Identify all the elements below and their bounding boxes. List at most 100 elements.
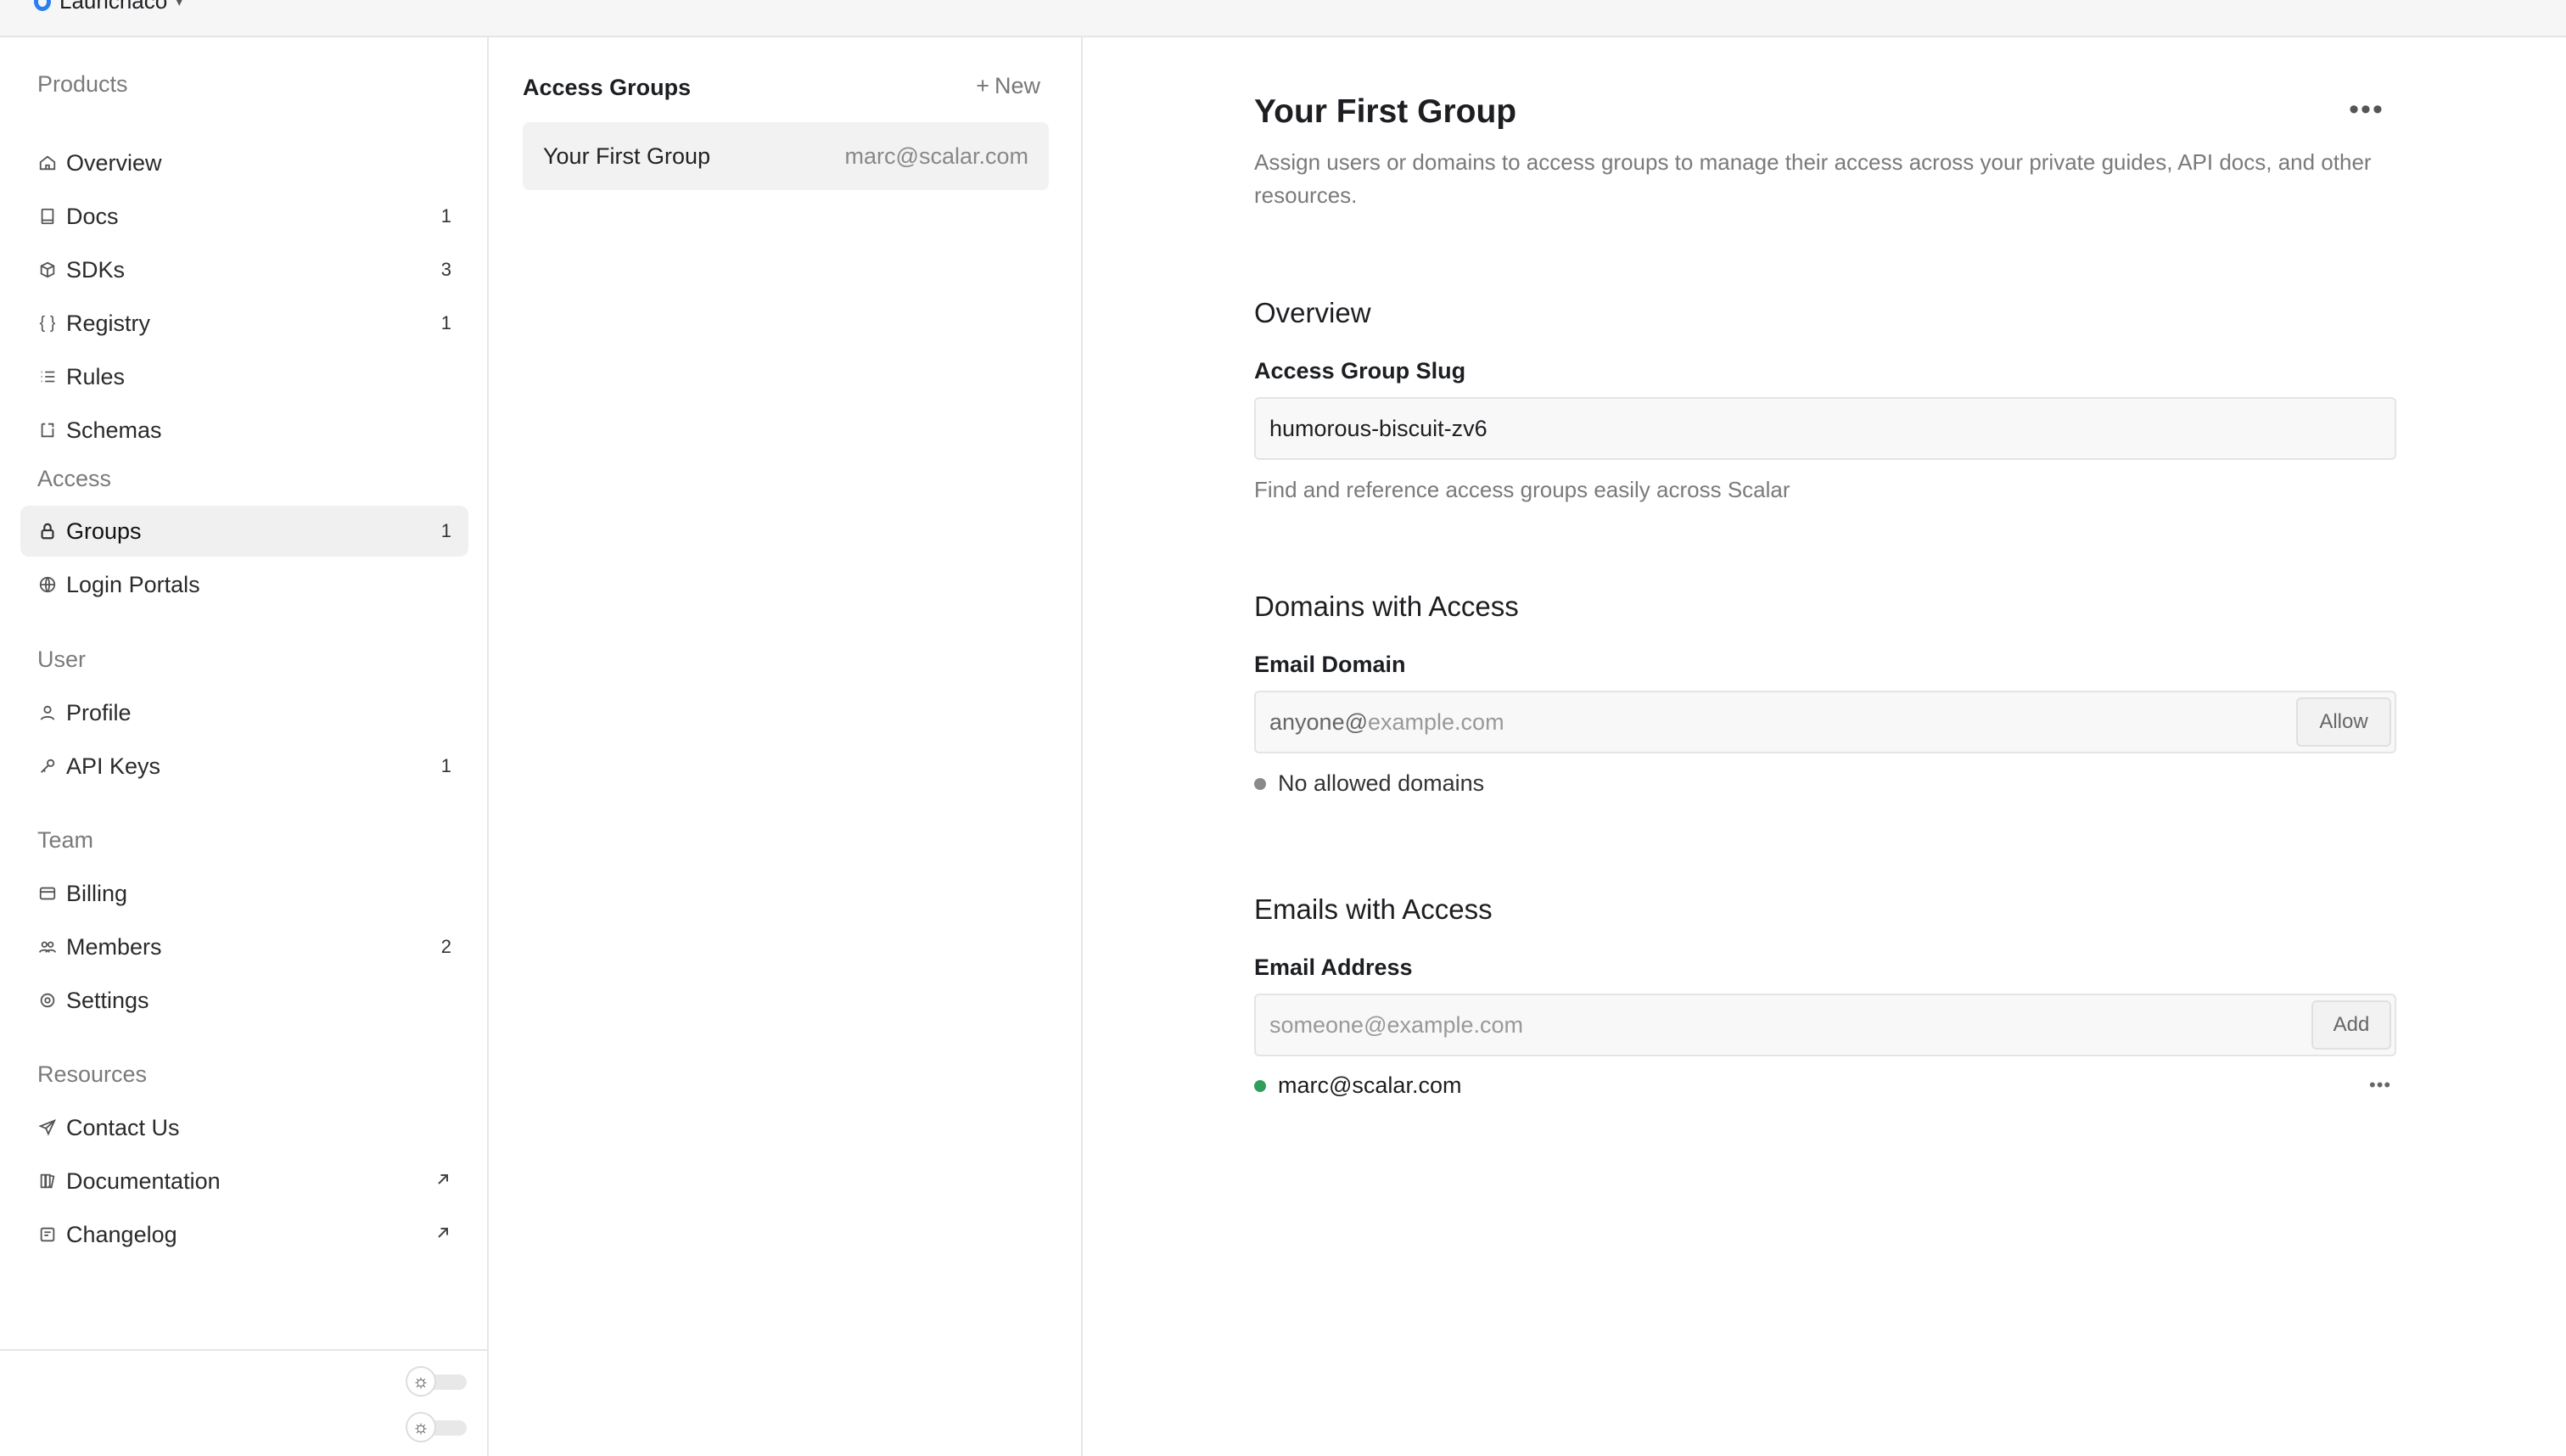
sidebar-item-overview[interactable]: Overview	[20, 137, 468, 188]
sidebar-item-sdks[interactable]: SDKs 3	[20, 244, 468, 295]
email-entry: marc@scalar.com	[1254, 1072, 1461, 1099]
email-placeholder: someone@example.com	[1269, 1011, 1524, 1038]
sidebar-item-api-keys[interactable]: API Keys 1	[20, 741, 468, 792]
group-name: Your First Group	[543, 143, 711, 169]
sidebar-item-contact-us[interactable]: Contact Us	[20, 1102, 468, 1153]
sidebar: Products Overview Docs 1 SDKs 3 { } Regi…	[0, 37, 489, 1456]
theme-toggle-secondary[interactable]: ☼	[406, 1412, 467, 1442]
sidebar-item-members[interactable]: Members 2	[20, 921, 468, 972]
external-link-icon	[434, 1171, 451, 1192]
sidebar-item-count: 1	[440, 312, 451, 333]
top-bar: Launchaco ▾	[0, 0, 2566, 37]
books-icon	[37, 1171, 58, 1191]
sidebar-item-label: Registry	[66, 310, 151, 336]
empty-text: No allowed domains	[1278, 770, 1485, 796]
sidebar-footer-divider	[0, 1349, 487, 1351]
sidebar-item-settings[interactable]: Settings	[20, 975, 468, 1026]
sidebar-item-schemas[interactable]: Schemas	[20, 405, 468, 456]
sidebar-item-documentation[interactable]: Documentation	[20, 1156, 468, 1207]
sidebar-item-login-portals[interactable]: Login Portals	[20, 559, 468, 610]
sidebar-item-count: 1	[440, 520, 451, 541]
section-title-user: User	[37, 647, 87, 672]
user-icon	[37, 703, 58, 723]
sidebar-item-label: Settings	[66, 987, 149, 1013]
slug-input[interactable]: humorous-biscuit-zv6	[1254, 397, 2396, 460]
add-email-button[interactable]: Add	[2311, 1000, 2391, 1050]
sidebar-item-rules[interactable]: Rules	[20, 351, 468, 402]
slug-value: humorous-biscuit-zv6	[1269, 415, 1487, 441]
sidebar-item-label: Billing	[66, 880, 128, 906]
sidebar-item-count: 3	[440, 259, 451, 280]
book-icon	[37, 206, 58, 227]
email-domain-field[interactable]: anyone@ example.com Allow	[1254, 691, 2396, 753]
slug-hint: Find and reference access groups easily …	[1254, 477, 1790, 502]
sidebar-item-billing[interactable]: Billing	[20, 868, 468, 919]
sidebar-item-count: 2	[440, 936, 451, 957]
sidebar-item-label: Changelog	[66, 1221, 177, 1247]
panel-title: Access Groups	[523, 75, 692, 100]
slug-label: Access Group Slug	[1254, 358, 1466, 384]
group-detail: Your First Group ••• Assign users or dom…	[1084, 37, 2566, 1456]
allow-button[interactable]: Allow	[2296, 697, 2391, 747]
sidebar-item-label: SDKs	[66, 256, 126, 283]
email-field-label: Email Address	[1254, 955, 1413, 980]
users-icon	[37, 937, 58, 957]
sidebar-item-registry[interactable]: { } Registry 1	[20, 298, 468, 349]
domains-heading: Domains with Access	[1254, 591, 1519, 622]
status-dot	[1254, 777, 1266, 790]
home-icon	[37, 153, 58, 173]
email-address-field[interactable]: someone@example.com Add	[1254, 994, 2396, 1056]
sidebar-item-label: Groups	[66, 518, 142, 544]
section-title-resources: Resources	[37, 1061, 148, 1087]
status-dot	[1254, 1079, 1266, 1092]
chevron-down-icon: ▾	[176, 0, 183, 9]
new-group-label: New	[994, 73, 1040, 98]
sun-icon: ☼	[406, 1412, 436, 1442]
domains-empty-state: No allowed domains	[1254, 770, 1484, 797]
email-entry-more-icon[interactable]: •••	[2369, 1074, 2391, 1096]
group-list-item[interactable]: Your First Group marc@scalar.com	[523, 122, 1049, 190]
group-owner: marc@scalar.com	[844, 143, 1028, 169]
sidebar-item-profile[interactable]: Profile	[20, 687, 468, 738]
email-entry-text: marc@scalar.com	[1278, 1072, 1462, 1098]
cube-icon	[37, 260, 58, 280]
domain-field-label: Email Domain	[1254, 652, 1406, 677]
sidebar-item-count: 1	[440, 205, 451, 227]
note-icon	[37, 1224, 58, 1245]
section-title-access: Access	[37, 466, 112, 491]
sidebar-item-label: Docs	[66, 203, 119, 229]
sidebar-item-label: Members	[66, 933, 162, 960]
launchaco-logo-icon	[34, 0, 51, 11]
sidebar-item-label: Contact Us	[66, 1114, 180, 1140]
send-icon	[37, 1117, 58, 1138]
sidebar-item-docs[interactable]: Docs 1	[20, 191, 468, 242]
lock-icon	[37, 521, 58, 541]
sidebar-item-changelog[interactable]: Changelog	[20, 1209, 468, 1260]
sidebar-item-label: API Keys	[66, 753, 161, 779]
card-icon	[37, 883, 58, 904]
sidebar-item-count: 1	[440, 755, 451, 776]
domain-placeholder: example.com	[1368, 708, 1504, 735]
sidebar-item-label: Login Portals	[66, 571, 200, 597]
key-icon	[37, 756, 58, 776]
gear-icon	[37, 990, 58, 1011]
theme-toggle[interactable]: ☼	[406, 1366, 467, 1397]
overview-heading: Overview	[1254, 297, 1371, 328]
sidebar-item-label: Documentation	[66, 1168, 221, 1194]
access-groups-panel: Access Groups + New Your First Group mar…	[489, 37, 1083, 1456]
section-title-products: Products	[37, 71, 128, 97]
list-icon	[37, 367, 58, 387]
team-name: Launchaco	[59, 0, 168, 14]
braces-icon: { }	[39, 313, 56, 333]
more-options-icon[interactable]: •••	[2345, 93, 2388, 126]
sidebar-item-label: Schemas	[66, 417, 162, 443]
sidebar-item-label: Profile	[66, 699, 132, 725]
schema-icon	[37, 420, 58, 440]
sidebar-item-groups[interactable]: Groups 1	[20, 506, 468, 557]
sidebar-item-label: Overview	[66, 149, 162, 176]
page-description: Assign users or domains to access groups…	[1254, 149, 2372, 208]
new-group-button[interactable]: + New	[976, 73, 1040, 99]
team-switcher[interactable]: Launchaco ▾	[34, 0, 182, 14]
section-title-team: Team	[37, 827, 94, 853]
emails-heading: Emails with Access	[1254, 893, 1493, 925]
